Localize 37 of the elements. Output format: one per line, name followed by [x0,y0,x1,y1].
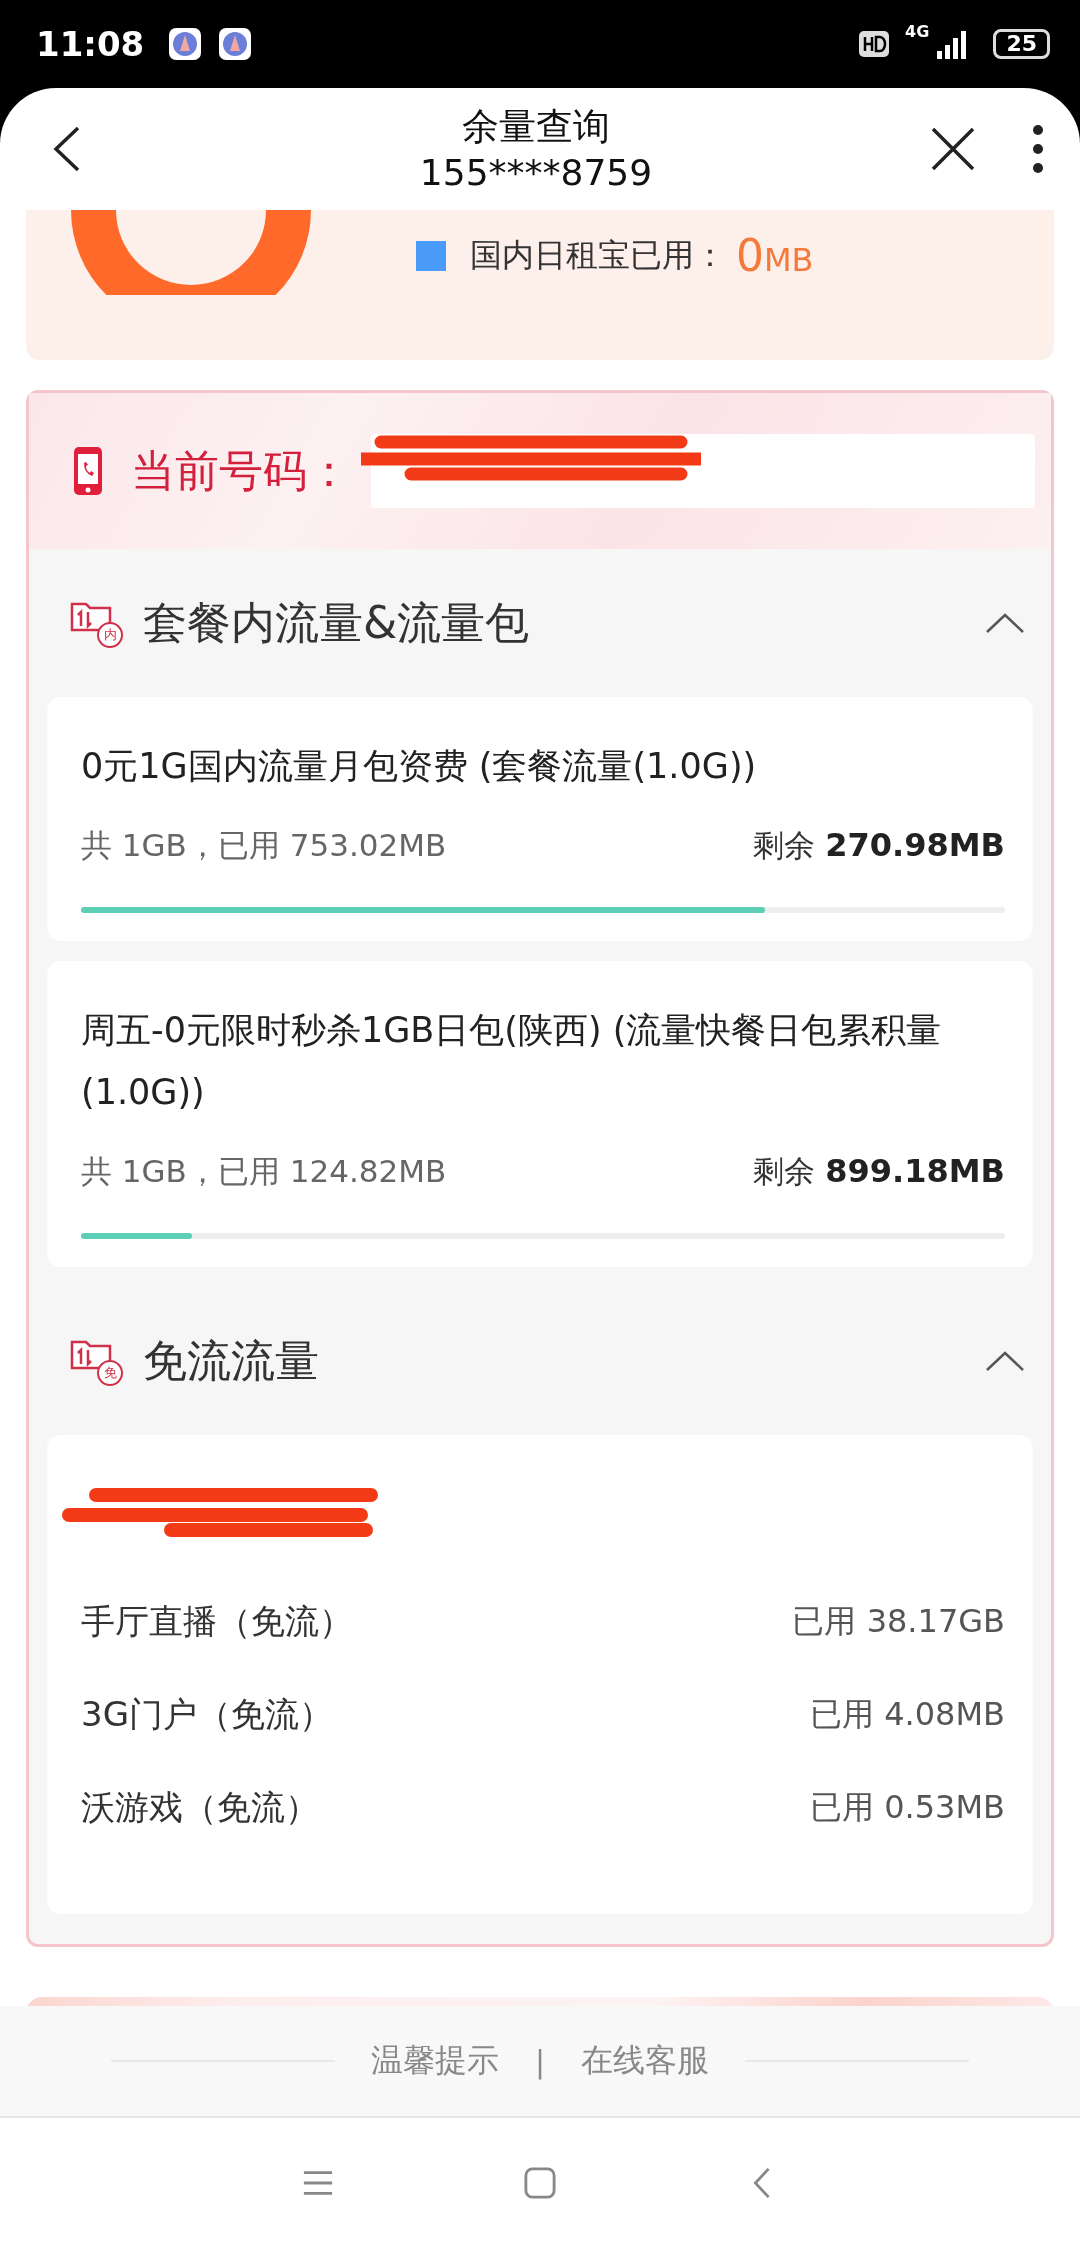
free-app-name: 沃游戏（免流） [81,1785,319,1829]
footer-separator: | [534,2043,546,2079]
network-type: 4G [905,22,930,41]
usage-text: 已用 38.17GB [792,1600,1005,1642]
remaining-text: 剩余 899.18MB [753,1151,1005,1192]
status-time: 11:08 [36,24,145,64]
footer-link[interactable]: 温馨提示 [370,2039,499,2083]
page-title: 余量查询 [462,104,610,150]
phone-number: 155****8759 [419,151,653,195]
free-app-name: 3G门户（免流） [81,1692,333,1736]
current-number-label: 当前号码： [131,443,351,498]
app-notification-icon [218,27,253,61]
close-icon[interactable] [930,126,976,172]
phone-icon [73,446,103,496]
usage-text: 共 1GB，已用 124.82MB [81,1152,447,1191]
home-icon[interactable] [524,2167,556,2199]
battery-indicator: 25 [993,29,1050,59]
package-name: 0元1G国内流量月包资费 (套餐流量(1.0G)) [81,745,758,788]
package-name: 周五-0元限时秒杀1GB日包(陕西) (流量快餐日包累积量(1.0G)) [81,1009,943,1114]
free-app-name: 手厅直播（免流） [81,1599,353,1643]
chevron-icon[interactable] [985,612,1025,634]
section-badge: 免 [97,1360,123,1386]
usage-text: 共 1GB，已用 753.02MB [81,826,447,865]
more-icon[interactable] [1032,124,1044,174]
remaining-text: 剩余 270.98MB [753,825,1005,866]
footer-link[interactable]: 在线客服 [581,2039,710,2083]
legend-label: 国内日租宝已用： [470,234,726,276]
usage-value: 0MB [736,230,814,281]
chevron-icon[interactable] [985,1350,1025,1372]
section-title: 套餐内流量&流量包 [143,595,531,650]
back-icon[interactable] [52,124,82,174]
app-notification-icon [168,27,203,61]
hd-icon [859,31,890,57]
section-title: 免流流量 [143,1333,320,1388]
usage-text: 已用 4.08MB [810,1693,1005,1735]
usage-text: 已用 0.53MB [810,1786,1005,1828]
section-badge: 内 [97,622,123,648]
